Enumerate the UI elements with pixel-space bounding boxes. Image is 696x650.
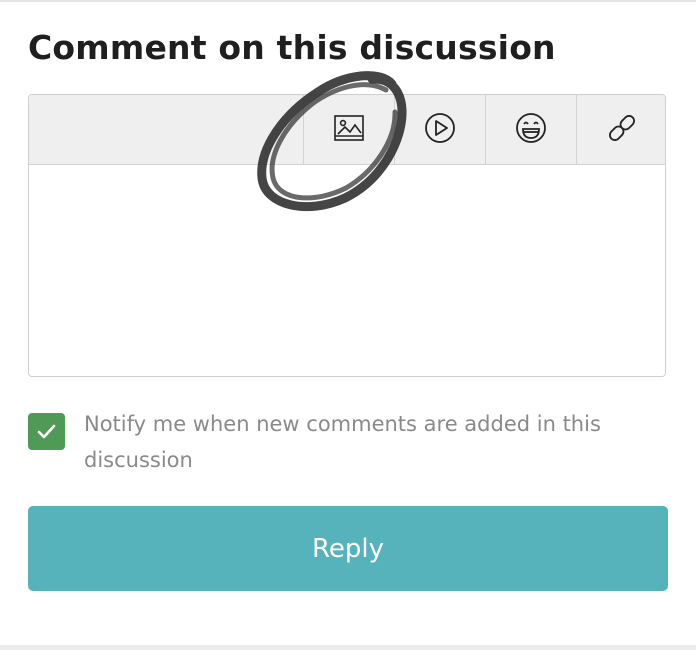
reply-button[interactable]: Reply	[28, 506, 668, 591]
insert-link-button[interactable]	[576, 95, 665, 164]
top-divider	[0, 0, 696, 2]
emoji-icon	[514, 111, 548, 149]
editor-toolbar	[29, 95, 665, 165]
insert-emoji-button[interactable]	[485, 95, 575, 164]
section-title: Comment on this discussion	[28, 28, 556, 67]
comment-textarea[interactable]	[29, 165, 665, 376]
link-icon	[605, 111, 639, 149]
video-play-icon	[423, 111, 457, 149]
notify-label: Notify me when new comments are added in…	[84, 412, 601, 472]
checkmark-icon	[28, 424, 65, 454]
notify-checkbox[interactable]	[28, 413, 65, 450]
bottom-divider	[0, 645, 696, 650]
comment-editor	[28, 94, 666, 377]
insert-image-button[interactable]	[303, 95, 393, 164]
insert-video-button[interactable]	[394, 95, 484, 164]
image-icon	[332, 111, 366, 149]
